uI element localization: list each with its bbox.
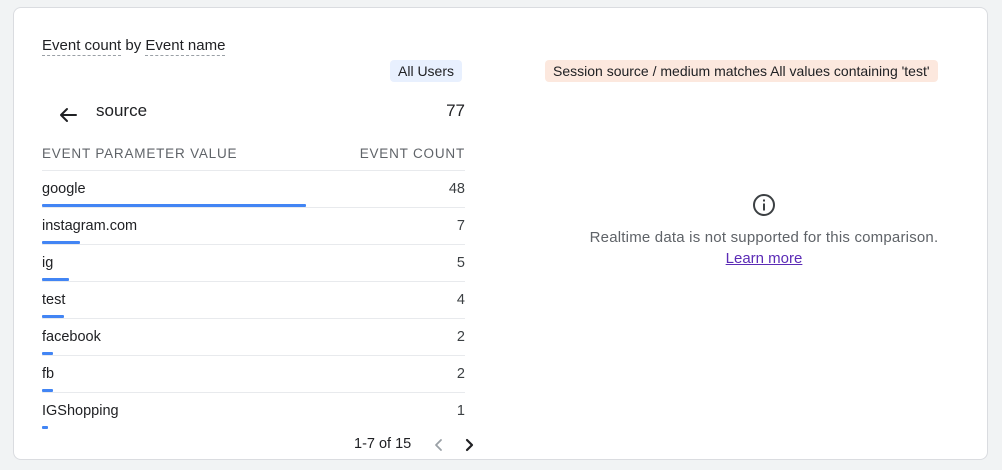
- column-header-parameter-value: EVENT PARAMETER VALUE: [42, 146, 238, 161]
- event-count-card: Event count by Event name All Users Sess…: [13, 7, 988, 460]
- arrow-left-icon[interactable]: [56, 103, 80, 127]
- row-label: IGShopping: [42, 403, 119, 419]
- pagination: 1-7 of 15: [354, 436, 474, 456]
- dimension-selector[interactable]: Event name: [145, 37, 226, 56]
- column-header-event-count: EVENT COUNT: [359, 146, 465, 161]
- table-row[interactable]: facebook 2: [42, 318, 465, 355]
- title-by: by: [125, 37, 142, 54]
- all-users-segment-chip: All Users: [390, 60, 463, 82]
- row-label: fb: [42, 366, 55, 382]
- row-label: facebook: [42, 329, 101, 345]
- row-label: instagram.com: [42, 218, 138, 234]
- row-value: 4: [456, 292, 465, 308]
- row-value: 48: [448, 181, 465, 197]
- row-value: 2: [456, 366, 465, 382]
- learn-more-link[interactable]: Learn more: [726, 250, 803, 267]
- row-value: 1: [456, 403, 465, 419]
- row-value: 5: [456, 255, 465, 271]
- row-label: ig: [42, 255, 54, 271]
- table-header: EVENT PARAMETER VALUE EVENT COUNT: [42, 146, 465, 161]
- comparison-segment-chip: Session source / medium matches All valu…: [545, 60, 938, 82]
- table-row[interactable]: instagram.com 7: [42, 207, 465, 244]
- row-label: test: [42, 292, 66, 308]
- notice-message: Realtime data is not supported for this …: [589, 229, 939, 246]
- table-row[interactable]: ig 5: [42, 244, 465, 281]
- table-row[interactable]: IGShopping 1: [42, 392, 465, 429]
- row-value: 2: [456, 329, 465, 345]
- row-value: 7: [456, 218, 465, 234]
- drilldown-header: source 77: [42, 99, 465, 129]
- chevron-left-icon[interactable]: [431, 437, 447, 453]
- row-bar: [42, 426, 48, 429]
- table-row[interactable]: test 4: [42, 281, 465, 318]
- unsupported-comparison-notice: Realtime data is not supported for this …: [554, 192, 974, 268]
- drilldown-total: 77: [446, 101, 465, 120]
- pagination-range: 1-7 of 15: [354, 436, 412, 452]
- table-row[interactable]: fb 2: [42, 355, 465, 392]
- card-title: Event count by Event name: [42, 37, 226, 56]
- drilldown-dimension: source: [96, 101, 148, 120]
- chevron-right-icon[interactable]: [461, 437, 477, 453]
- table-row[interactable]: google 48: [42, 170, 465, 207]
- metric-selector[interactable]: Event count: [42, 37, 122, 56]
- info-icon: [753, 194, 775, 216]
- row-label: google: [42, 181, 86, 197]
- table-rows: google 48 instagram.com 7 ig 5 test 4 fa…: [42, 170, 465, 429]
